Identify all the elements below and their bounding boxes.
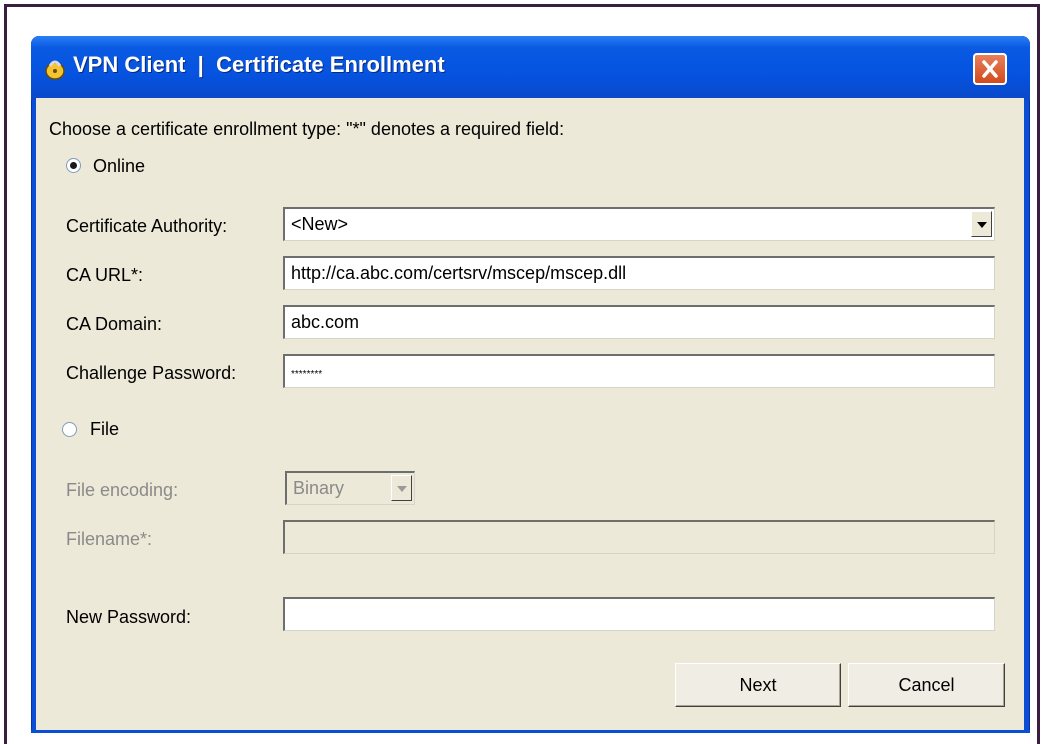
file-encoding-label: File encoding:	[66, 480, 179, 500]
online-radio[interactable]	[66, 158, 81, 173]
ca-url-input[interactable]: http://ca.abc.com/certsrv/mscep/mscep.dl…	[283, 256, 995, 290]
window-title: VPN Client | Certificate Enrollment	[73, 52, 445, 77]
ca-url-label: CA URL*:	[66, 265, 144, 285]
file-label[interactable]: File	[90, 418, 119, 440]
certificate-authority-dropdown[interactable]: <New>	[283, 207, 995, 241]
certificate-authority-value: <New>	[291, 214, 349, 234]
file-radio[interactable]	[62, 422, 77, 437]
file-encoding-dropdown[interactable]: Binary	[285, 471, 415, 505]
title-bar[interactable]: VPN Client | Certificate Enrollment	[31, 36, 1030, 100]
new-password-label: New Password:	[66, 607, 192, 627]
filename-input[interactable]	[283, 520, 995, 554]
close-button[interactable]	[973, 53, 1007, 85]
chevron-down-icon[interactable]	[971, 211, 992, 237]
ca-domain-input[interactable]: abc.com	[283, 305, 995, 339]
cancel-button[interactable]: Cancel	[848, 663, 1005, 707]
certificate-authority-label: Certificate Authority:	[66, 216, 228, 236]
challenge-password-label: Challenge Password:	[66, 363, 237, 383]
ca-domain-label: CA Domain:	[66, 314, 163, 334]
challenge-password-mask: ********	[291, 369, 323, 380]
new-password-input[interactable]	[283, 597, 995, 631]
online-label[interactable]: Online	[93, 155, 145, 177]
chevron-down-icon[interactable]	[391, 475, 412, 501]
filename-label: Filename*:	[66, 529, 153, 549]
certificate-enrollment-dialog: VPN Client | Certificate Enrollment Choo…	[31, 36, 1030, 733]
instruction-text: Choose a certificate enrollment type: "*…	[49, 119, 565, 139]
next-button[interactable]: Next	[675, 663, 841, 707]
close-icon	[982, 60, 998, 78]
dialog-body: Choose a certificate enrollment type: "*…	[36, 98, 1024, 730]
challenge-password-input[interactable]: ********	[283, 354, 995, 388]
file-encoding-value: Binary	[293, 478, 345, 498]
lock-icon	[45, 60, 65, 80]
